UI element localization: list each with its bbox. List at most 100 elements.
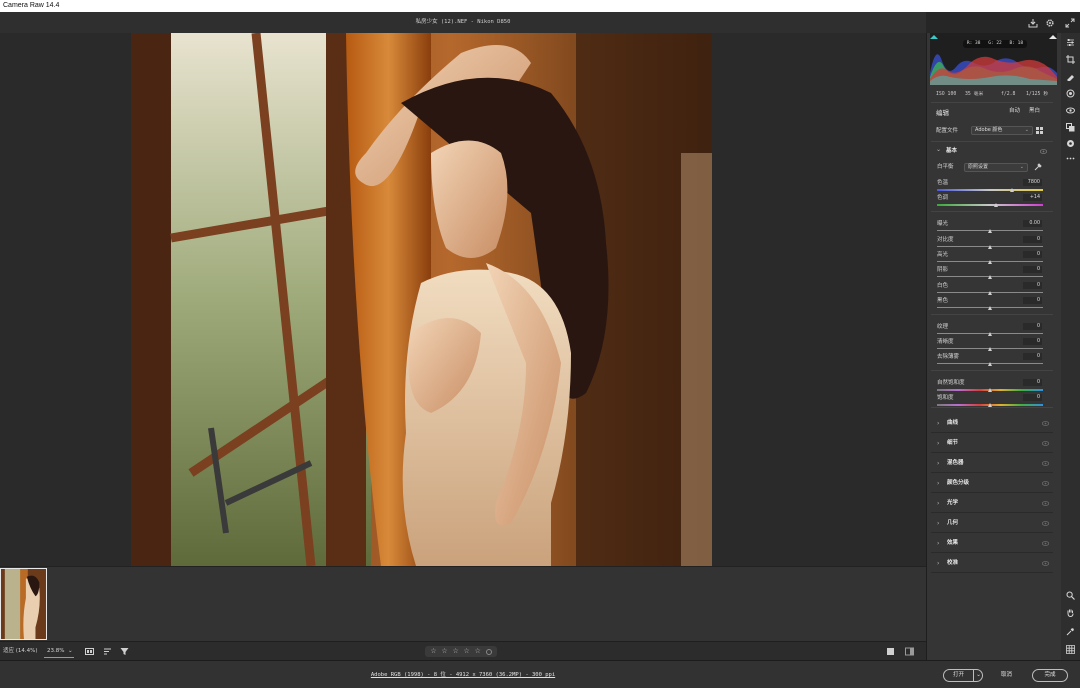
filmstrip-toggle-icon[interactable] xyxy=(84,646,95,657)
eye-icon[interactable] xyxy=(1041,501,1050,506)
chevron-down-icon[interactable]: ⌄ xyxy=(936,146,941,153)
chevron-right-icon: › xyxy=(937,440,940,447)
eye-icon[interactable] xyxy=(1041,481,1050,486)
slider-thumb[interactable] xyxy=(987,306,992,310)
presets-icon[interactable] xyxy=(1065,122,1076,133)
section-header[interactable]: › 光学 xyxy=(931,494,1053,513)
slider-thumb[interactable] xyxy=(987,245,992,249)
edit-sliders-icon[interactable] xyxy=(1065,37,1076,48)
slider-value-field[interactable]: 0 xyxy=(1023,337,1042,345)
hand-icon[interactable] xyxy=(1065,607,1076,618)
section-header[interactable]: › 混色器 xyxy=(931,454,1053,473)
slider-value-field[interactable]: 0 xyxy=(1023,281,1042,289)
slider-thumb[interactable] xyxy=(987,229,992,233)
slider-thumb[interactable] xyxy=(987,275,992,279)
healing-brush-icon[interactable] xyxy=(1065,71,1076,82)
star-icon[interactable]: ☆ xyxy=(464,646,470,657)
grid-icon[interactable] xyxy=(1065,644,1076,655)
zoom-icon[interactable] xyxy=(1065,590,1076,601)
open-button[interactable]: 打开 ⌄ xyxy=(943,669,983,682)
compare-view-icon[interactable] xyxy=(885,646,896,657)
slider-value-field[interactable]: 0.00 xyxy=(1023,219,1042,227)
basic-section-title[interactable]: 基本 xyxy=(946,146,957,154)
before-after-icon[interactable] xyxy=(904,646,915,657)
filter-icon[interactable] xyxy=(119,646,130,657)
eye-icon[interactable] xyxy=(1041,421,1050,426)
slider-track[interactable] xyxy=(937,189,1043,191)
slider-value-field[interactable]: 0 xyxy=(1023,352,1042,360)
eye-icon[interactable] xyxy=(1039,149,1048,154)
reject-flag-icon[interactable] xyxy=(485,648,492,655)
gear-icon[interactable] xyxy=(1044,17,1055,28)
sampler-icon[interactable] xyxy=(1065,626,1076,637)
image-canvas[interactable] xyxy=(0,33,926,566)
masking-icon[interactable] xyxy=(1065,88,1076,99)
star-icon[interactable]: ☆ xyxy=(475,646,481,657)
section-header[interactable]: › 细节 xyxy=(931,434,1053,453)
crop-icon[interactable] xyxy=(1065,54,1076,65)
eye-icon[interactable] xyxy=(1041,521,1050,526)
workflow-options-link[interactable]: Adobe RGB (1998) - 8 位 - 4912 x 7360 (36… xyxy=(0,661,926,688)
profile-dropdown[interactable]: Adobe 颜色 ⌄ xyxy=(971,126,1033,135)
slider-value-field[interactable]: 7800 xyxy=(1023,178,1042,186)
more-icon[interactable] xyxy=(1065,153,1076,164)
section-header[interactable]: › 效果 xyxy=(931,534,1053,553)
slider-label: 纹理 xyxy=(937,324,949,330)
eye-icon[interactable] xyxy=(1041,441,1050,446)
chevron-right-icon: › xyxy=(937,540,940,547)
fullscreen-icon[interactable] xyxy=(1064,17,1075,28)
zoom-dropdown[interactable]: 23.8% ⌄ xyxy=(44,645,74,658)
cancel-button[interactable]: 取消 xyxy=(1001,669,1012,682)
slider-thumb[interactable] xyxy=(993,203,998,207)
star-rating[interactable]: ☆ ☆ ☆ ☆ ☆ xyxy=(425,646,497,657)
profile-browser-icon[interactable] xyxy=(1036,127,1043,134)
save-icon[interactable] xyxy=(1027,17,1038,28)
slider-value-field[interactable]: 0 xyxy=(1023,378,1042,386)
section-header[interactable]: › 颜色分级 xyxy=(931,474,1053,493)
slider-label: 去除薄雾 xyxy=(937,354,960,360)
done-button[interactable]: 完成 xyxy=(1032,669,1068,682)
slider-thumb[interactable] xyxy=(987,332,992,336)
section-header[interactable]: › 曲线 xyxy=(931,414,1053,433)
section-header[interactable]: › 几何 xyxy=(931,514,1053,533)
slider-thumb[interactable] xyxy=(1009,188,1014,192)
slider-value-field[interactable]: 0 xyxy=(1023,235,1042,243)
slider-value-field[interactable]: 0 xyxy=(1023,250,1042,258)
slider-track[interactable] xyxy=(937,204,1043,206)
bottom-toolbar: 适应 (14.4%) 23.8% ⌄ ☆ ☆ ☆ ☆ ☆ xyxy=(0,641,926,660)
slider-thumb[interactable] xyxy=(987,260,992,264)
eye-icon[interactable] xyxy=(1041,561,1050,566)
shutter-value: 1/125 秒 xyxy=(1026,92,1049,97)
photo-thumbnail[interactable] xyxy=(0,568,47,640)
slider-thumb[interactable] xyxy=(987,291,992,295)
red-readout: R: 38 xyxy=(966,41,981,46)
slider-thumb[interactable] xyxy=(987,347,992,351)
slider-value-field[interactable]: 0 xyxy=(1023,265,1042,273)
slider-value-field[interactable]: 0 xyxy=(1023,322,1042,330)
section-header[interactable]: › 校准 xyxy=(931,554,1053,573)
sort-icon[interactable] xyxy=(102,646,113,657)
iso-value: ISO 100 xyxy=(936,92,957,97)
snapshots-icon[interactable] xyxy=(1065,138,1076,149)
section-title: 颜色分级 xyxy=(947,480,970,486)
white-balance-dropdown[interactable]: 原照设置 ⌄ xyxy=(964,163,1028,172)
slider-value-field[interactable]: 0 xyxy=(1023,393,1042,401)
eye-icon[interactable] xyxy=(1041,461,1050,466)
fit-zoom-option[interactable]: 适应 (14.4%) xyxy=(3,642,38,661)
star-icon[interactable]: ☆ xyxy=(430,646,436,657)
slider-thumb[interactable] xyxy=(987,388,992,392)
split-divider xyxy=(973,670,974,681)
star-icon[interactable]: ☆ xyxy=(441,646,447,657)
slider-value-field[interactable]: 0 xyxy=(1023,296,1042,304)
auto-button[interactable]: 自动 xyxy=(1009,106,1020,116)
zoom-value: 23.8% xyxy=(47,648,65,654)
eye-icon[interactable] xyxy=(1041,541,1050,546)
red-eye-icon[interactable] xyxy=(1065,105,1076,116)
section-title: 光学 xyxy=(947,500,959,506)
star-icon[interactable]: ☆ xyxy=(452,646,458,657)
black-white-button[interactable]: 黑白 xyxy=(1029,106,1040,116)
chevron-down-icon[interactable]: ⌄ xyxy=(975,670,982,681)
slider-thumb[interactable] xyxy=(987,362,992,366)
eyedropper-icon[interactable] xyxy=(1034,163,1042,171)
slider-value-field[interactable]: +14 xyxy=(1023,193,1042,201)
